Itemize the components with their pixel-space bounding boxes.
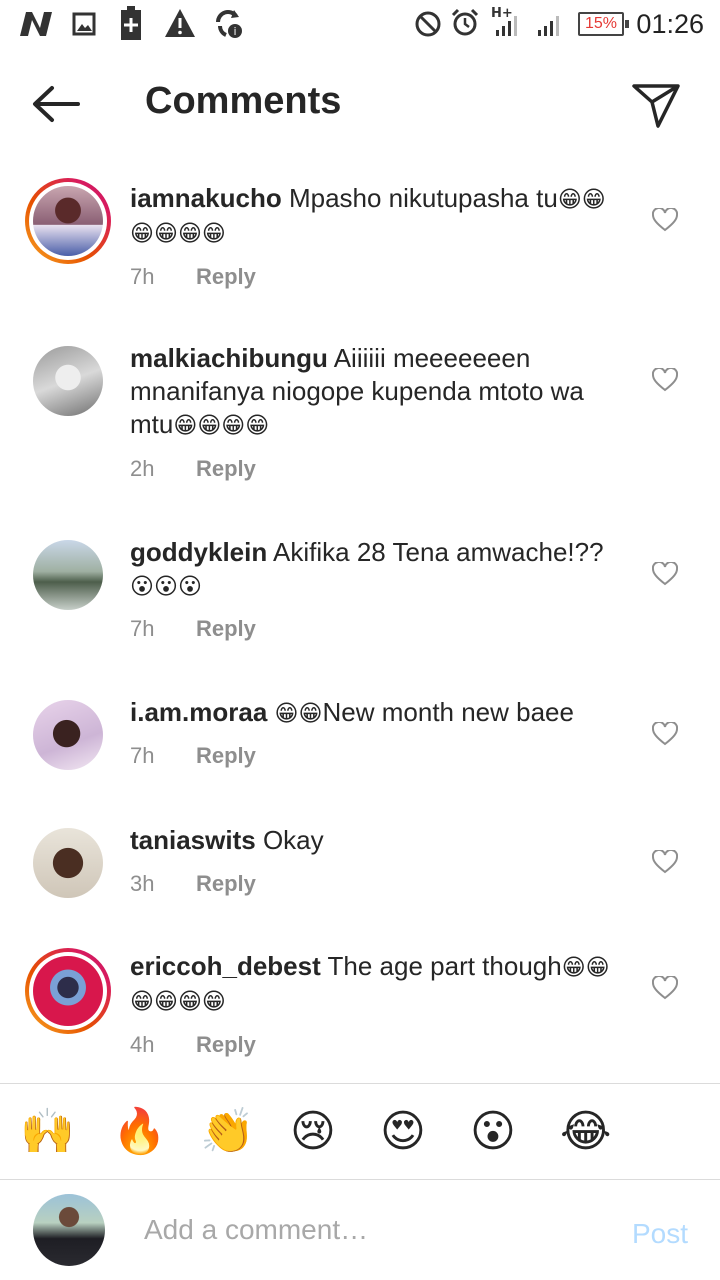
comment-username[interactable]: iamnakucho (130, 183, 282, 213)
tears-of-joy-emoji-button[interactable]: 😂 (560, 1106, 611, 1158)
n-logo-icon (20, 12, 52, 36)
sync-icon: i (216, 10, 242, 38)
surprised-face-emoji-button[interactable]: 😮 (470, 1106, 516, 1158)
comment-time: 2h (130, 456, 155, 481)
comment-composer: Post (0, 1180, 720, 1280)
comment-meta: 7h Reply (130, 743, 256, 769)
avatar[interactable] (33, 346, 103, 416)
heart-icon[interactable] (652, 850, 678, 874)
comment-item: taniaswits Okay 3h Reply (0, 822, 720, 912)
comment-meta: 7h Reply (130, 616, 256, 642)
quick-emoji-bar: 🙌 🔥 👏 😢 😍 😮 😂 (0, 1084, 720, 1179)
comment-username[interactable]: taniaswits (130, 825, 256, 855)
avatar[interactable] (33, 700, 103, 770)
comment-username[interactable]: i.am.moraa (130, 697, 267, 727)
signal-h-plus-icon: H+ (491, 6, 517, 36)
comment-username[interactable]: malkiachibungu (130, 343, 328, 373)
do-not-disturb-icon (415, 11, 441, 37)
comment-item: iamnakucho Mpasho nikutupasha tu😁😁😁😁😁😁 7… (0, 178, 720, 318)
battery-indicator: 15% (578, 12, 629, 36)
comment-item: i.am.moraa 😁😁New month new baee 7h Reply (0, 694, 720, 784)
battery-level: 15% (584, 15, 618, 32)
comment-meta: 2h Reply (130, 456, 256, 482)
comment-body: ericcoh_debest The age part though😁😁😁😁😁😁 (130, 950, 620, 1018)
comment-time: 7h (130, 743, 155, 768)
heart-icon[interactable] (652, 722, 678, 746)
heart-eyes-emoji-button[interactable]: 😍 (380, 1106, 426, 1158)
clapping-hands-emoji-button[interactable]: 👏 (200, 1106, 255, 1158)
avatar[interactable] (25, 948, 111, 1034)
status-time: 01:26 (636, 9, 704, 39)
reply-button[interactable]: Reply (196, 1032, 256, 1058)
heart-icon[interactable] (652, 208, 678, 232)
status-bar: i H+ 15% 01:26 (0, 0, 720, 50)
comment-text: The age part though (327, 951, 562, 981)
back-button[interactable] (30, 84, 82, 124)
comment-emojis: 😁😁😁😁 (173, 412, 270, 438)
reply-button[interactable]: Reply (196, 616, 256, 642)
comment-body: malkiachibungu Aiiiiii meeeeeeen mnanifa… (130, 342, 620, 442)
comment-time: 3h (130, 871, 155, 896)
battery-plus-icon (121, 6, 141, 40)
page-title: Comments (145, 80, 342, 122)
send-icon (632, 84, 680, 128)
comment-item: malkiachibungu Aiiiiii meeeeeeen mnanifa… (0, 340, 720, 490)
comment-meta: 3h Reply (130, 871, 256, 897)
comment-meta: 7h Reply (130, 264, 256, 290)
comment-body: i.am.moraa 😁😁New month new baee (130, 696, 620, 730)
comment-time: 7h (130, 616, 155, 641)
avatar-image (33, 186, 103, 256)
heart-icon[interactable] (652, 562, 678, 586)
comment-time: 7h (130, 264, 155, 289)
post-button[interactable]: Post (632, 1218, 688, 1250)
comment-text: Okay (262, 825, 324, 855)
comment-input[interactable] (144, 1210, 604, 1250)
alarm-icon (451, 8, 479, 36)
reply-button[interactable]: Reply (196, 264, 256, 290)
crying-face-emoji-button[interactable]: 😢 (290, 1106, 336, 1158)
comment-item: goddyklein Akifika 28 Tena amwache!?? 😮😮😮… (0, 534, 720, 654)
avatar[interactable] (25, 178, 111, 264)
svg-text:i: i (233, 25, 236, 38)
comment-body: goddyklein Akifika 28 Tena amwache!?? 😮😮😮 (130, 536, 620, 603)
comment-emojis: 😮😮😮 (130, 573, 202, 599)
comment-body: taniaswits Okay (130, 824, 620, 857)
back-arrow-icon (33, 86, 80, 122)
comment-text: New month new baee (322, 697, 574, 727)
network-type-label: H+ (491, 6, 513, 21)
comment-time: 4h (130, 1032, 155, 1057)
fire-emoji-button[interactable]: 🔥 (112, 1106, 167, 1158)
comment-body: iamnakucho Mpasho nikutupasha tu😁😁😁😁😁😁 (130, 182, 620, 250)
reply-button[interactable]: Reply (196, 871, 256, 897)
comment-username[interactable]: goddyklein (130, 537, 267, 567)
avatar[interactable] (33, 540, 103, 610)
comment-username[interactable]: ericcoh_debest (130, 951, 321, 981)
share-button[interactable] (630, 80, 682, 130)
signal-icon (538, 16, 559, 36)
current-user-avatar (33, 1194, 105, 1266)
warning-icon (165, 9, 195, 37)
image-icon (72, 12, 96, 36)
reply-button[interactable]: Reply (196, 456, 256, 482)
reply-button[interactable]: Reply (196, 743, 256, 769)
avatar[interactable] (33, 828, 103, 898)
raising-hands-emoji-button[interactable]: 🙌 (20, 1106, 75, 1158)
comment-meta: 4h Reply (130, 1032, 256, 1058)
comment-item: ericcoh_debest The age part though😁😁😁😁😁😁… (0, 948, 720, 1068)
comment-emojis: 😁😁 (274, 700, 323, 726)
heart-icon[interactable] (652, 976, 678, 1000)
header: Comments (0, 50, 720, 156)
heart-icon[interactable] (652, 368, 678, 392)
comment-text: Akifika 28 Tena amwache!?? (273, 537, 604, 567)
comment-text: Mpasho nikutupasha tu (288, 183, 558, 213)
avatar-image (33, 956, 103, 1026)
